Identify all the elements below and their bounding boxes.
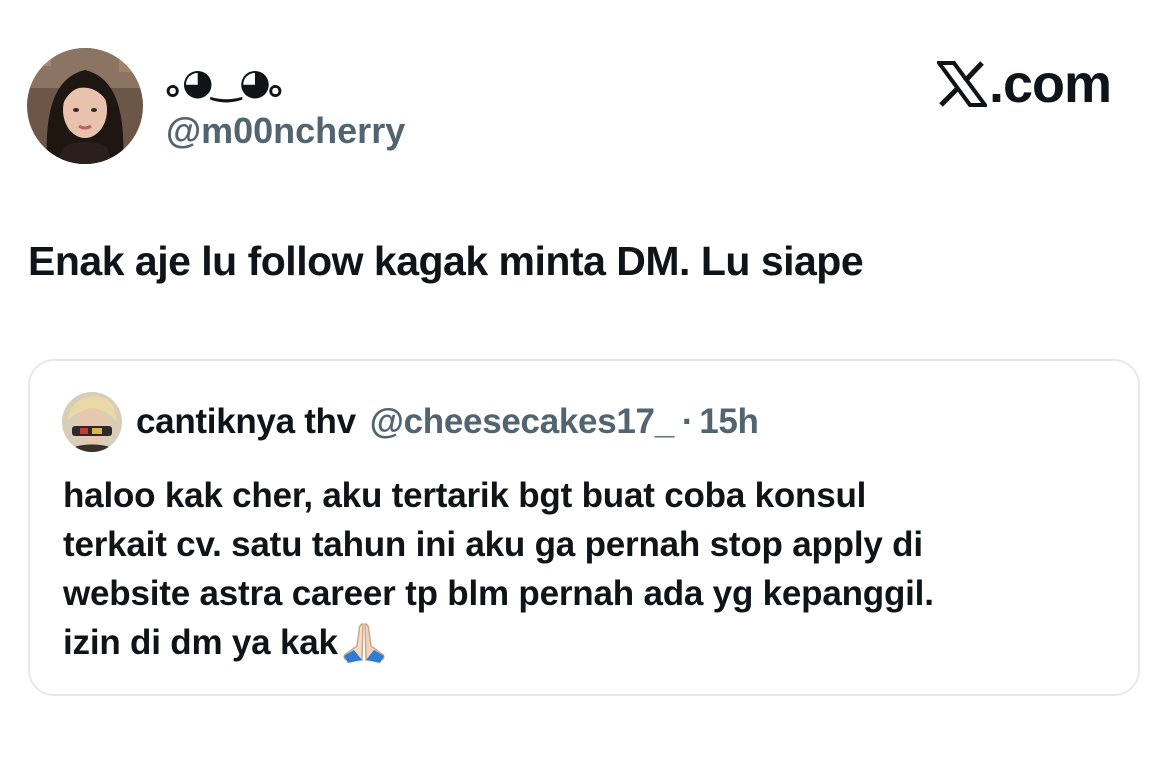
quoted-tweet-header: cantiknya thv @cheesecakes17_ · 15h: [62, 391, 759, 453]
x-com-brand: .com: [936, 54, 1112, 114]
quoted-text-line-content: izin di dm ya kak: [63, 623, 338, 662]
quoted-author-avatar-image: [62, 392, 122, 452]
brand-domain-text: .com: [988, 54, 1112, 114]
author-avatar[interactable]: [27, 48, 143, 164]
quoted-text-line: terkait cv. satu tahun ini aku ga pernah…: [63, 525, 923, 564]
quoted-tweet-text: haloo kak cher, aku tertarik bgt buat co…: [63, 471, 1123, 677]
quoted-tweet-card[interactable]: cantiknya thv @cheesecakes17_ · 15h halo…: [28, 359, 1140, 696]
quoted-tweet-time[interactable]: 15h: [699, 402, 759, 442]
header-separator: ·: [681, 402, 694, 441]
author-display-name[interactable]: ｡◕‿◕｡: [166, 62, 287, 104]
quoted-text-line-last: izin di dm ya kak: [63, 618, 1123, 677]
quoted-author-avatar[interactable]: [62, 392, 122, 452]
tweet-text: Enak aje lu follow kagak minta DM. Lu si…: [28, 238, 864, 284]
author-handle[interactable]: @m00ncherry: [166, 110, 405, 152]
quoted-text-line: haloo kak cher, aku tertarik bgt buat co…: [63, 476, 867, 515]
author-avatar-image: [27, 48, 143, 164]
quoted-text-line: website astra career tp blm pernah ada y…: [63, 574, 934, 613]
quoted-author-name[interactable]: cantiknya thv: [136, 402, 356, 442]
x-logo-icon: [936, 61, 987, 107]
folded-hands-emoji-icon: [340, 620, 388, 677]
quoted-author-handle[interactable]: @cheesecakes17_: [370, 402, 674, 442]
